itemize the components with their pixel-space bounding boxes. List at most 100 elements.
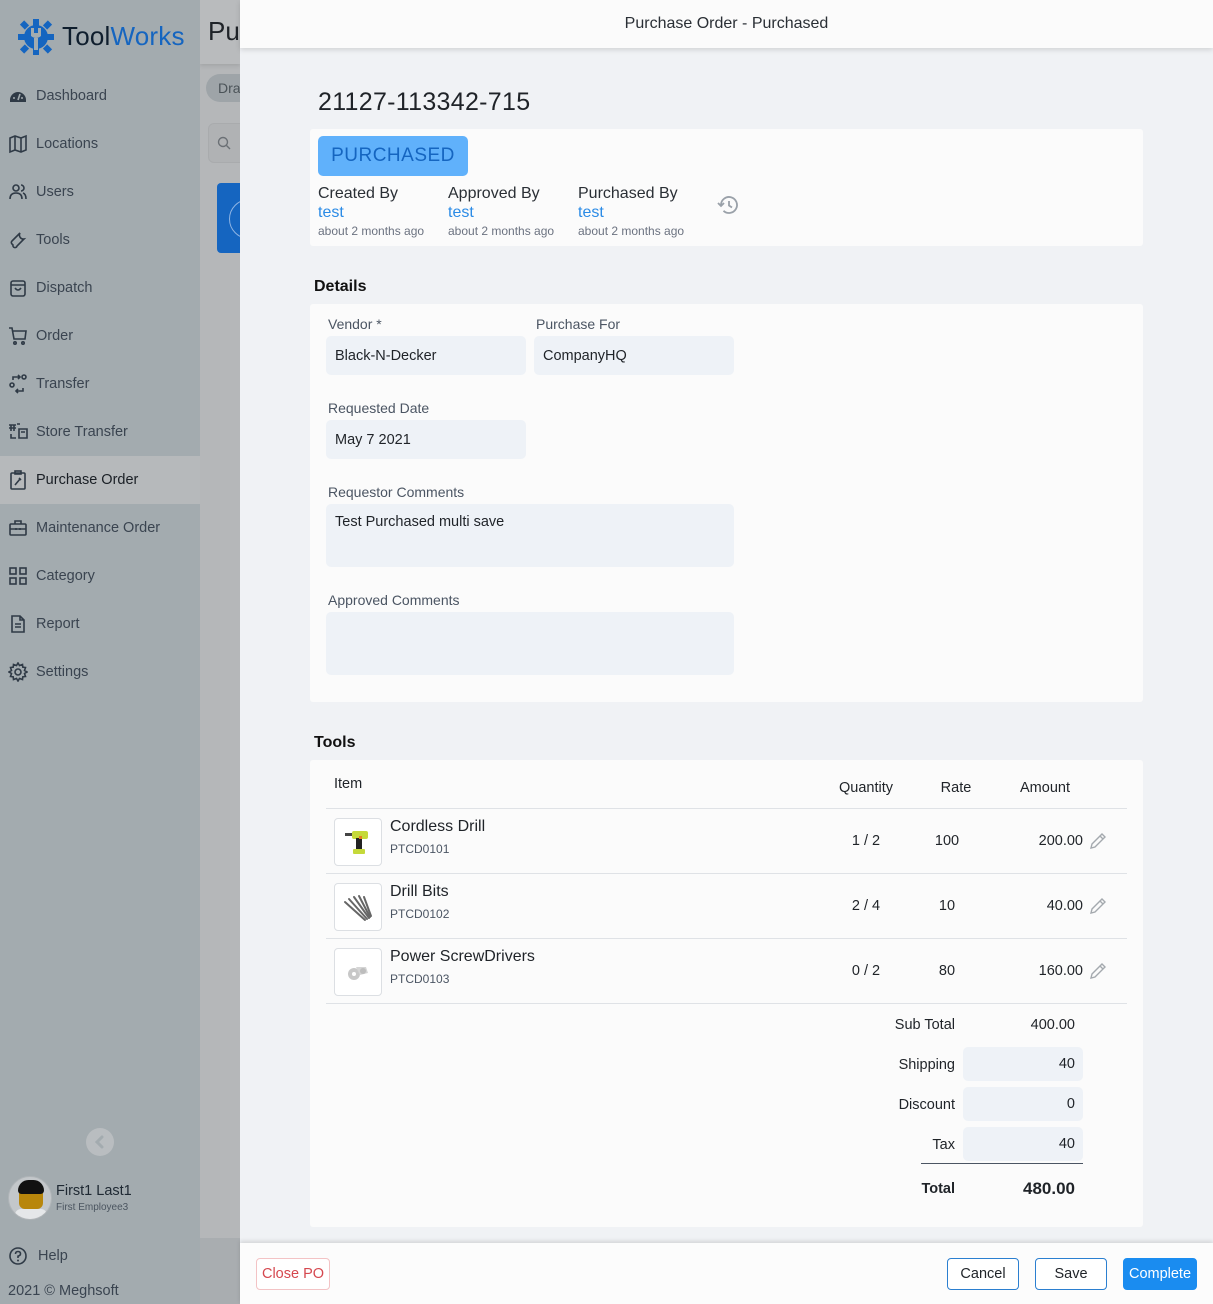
discount-input[interactable]: 0: [963, 1087, 1083, 1121]
app-logo[interactable]: ToolWorks: [16, 16, 185, 56]
close-po-button[interactable]: Close PO: [256, 1258, 330, 1290]
created-by: Created By test about 2 months ago: [318, 185, 424, 238]
sidebar-item-label: Dashboard: [36, 88, 107, 104]
tax-label: Tax: [932, 1137, 955, 1153]
vendor-field[interactable]: Black-N-Decker: [326, 336, 526, 375]
status-badge: PURCHASED: [318, 136, 468, 176]
item-quantity: 0 / 2: [851, 963, 881, 979]
pencil-icon[interactable]: [1088, 896, 1108, 916]
sidebar-item-purchase-order[interactable]: Purchase Order: [0, 456, 200, 504]
collapse-sidebar-button[interactable]: [86, 1128, 114, 1156]
background-page: Pu Dra: [200, 0, 240, 1304]
sidebar-item-users[interactable]: Users: [0, 168, 200, 216]
clipboard-icon: [10, 470, 26, 490]
tax-input[interactable]: 40: [963, 1127, 1083, 1161]
shopping-bag-icon: [10, 280, 26, 297]
users-icon: [9, 184, 27, 200]
requestor-comments-textarea[interactable]: Test Purchased multi save: [326, 504, 734, 567]
sidebar-item-label: Order: [36, 328, 74, 344]
pencil-icon[interactable]: [1088, 831, 1108, 851]
purchased-by-time: about 2 months ago: [578, 224, 685, 238]
created-by-user-link[interactable]: test: [318, 204, 424, 222]
history-icon[interactable]: [716, 193, 740, 217]
created-by-time: about 2 months ago: [318, 224, 425, 238]
approved-comments-textarea[interactable]: [326, 612, 734, 675]
sidebar-item-order[interactable]: Order: [0, 312, 200, 360]
sidebar-item-label: Maintenance Order: [36, 520, 161, 536]
help-label: Help: [38, 1248, 68, 1264]
details-section-title: Details: [314, 278, 367, 295]
approved-by: Approved By test about 2 months ago: [448, 185, 554, 238]
drill-image-icon: [345, 831, 368, 854]
user-role: First Employee3: [56, 1202, 129, 1213]
grid-icon: [9, 567, 27, 585]
approved-by-user-link[interactable]: test: [448, 204, 554, 222]
dashboard-icon: [10, 92, 26, 102]
sidebar-item-category[interactable]: Category: [0, 552, 200, 600]
details-card: Vendor * Black-N-Decker Purchase For Com…: [310, 304, 1143, 702]
requestor-comments-label: Requestor Comments: [328, 484, 465, 500]
sidebar-item-label: Purchase Order: [36, 472, 139, 488]
approved-by-time: about 2 months ago: [448, 224, 555, 238]
help-link[interactable]: Help: [8, 1246, 68, 1266]
item-rate: 80: [938, 963, 956, 979]
sidebar-item-dashboard[interactable]: Dashboard: [0, 72, 200, 120]
shipping-input[interactable]: 40: [963, 1047, 1083, 1081]
tools-card: Item Quantity Rate Amount Cordless Drill…: [310, 760, 1143, 1227]
subtotal-value: 400.00: [1030, 1017, 1075, 1033]
requested-date-field[interactable]: May 7 2021: [326, 420, 526, 459]
item-name: Drill Bits: [390, 883, 449, 900]
sidebar-item-transfer[interactable]: Transfer: [0, 360, 200, 408]
pencil-icon[interactable]: [1088, 961, 1108, 981]
table-row[interactable]: Drill Bits PTCD0102 2 / 4 10 40.00: [326, 874, 1127, 938]
gear-icon: [8, 662, 28, 682]
item-code: PTCD0103: [390, 972, 450, 986]
sidebar-item-tools[interactable]: Tools: [0, 216, 200, 264]
sidebar-item-settings[interactable]: Settings: [0, 648, 200, 696]
tools-section-title: Tools: [314, 734, 356, 751]
document-icon: [11, 615, 25, 633]
sidebar-item-locations[interactable]: Locations: [0, 120, 200, 168]
discount-label: Discount: [898, 1097, 955, 1113]
item-rate: 100: [934, 833, 960, 849]
sidebar-item-dispatch[interactable]: Dispatch: [0, 264, 200, 312]
modal-footer: Close PO Cancel Save Complete: [240, 1243, 1213, 1304]
background-search-input: [208, 123, 240, 163]
subtotal-label: Sub Total: [894, 1017, 955, 1033]
purchase-order-modal: Purchase Order - Purchased 21127-113342-…: [240, 0, 1213, 1304]
cancel-button[interactable]: Cancel: [947, 1258, 1019, 1290]
created-by-label: Created By: [318, 185, 399, 202]
requested-date-label: Requested Date: [328, 400, 430, 416]
purchased-by-user-link[interactable]: test: [578, 204, 684, 222]
sidebar-item-label: Transfer: [36, 376, 90, 392]
sidebar-item-store-transfer[interactable]: Store Transfer: [0, 408, 200, 456]
sidebar-item-label: Tools: [36, 232, 70, 248]
gear-wrench-logo-icon: [18, 19, 54, 55]
table-row[interactable]: Cordless Drill PTCD0101 1 / 2 100 200.00: [326, 809, 1127, 873]
background-filter-chip: Dra: [206, 74, 240, 102]
purchased-by: Purchased By test about 2 months ago: [578, 185, 684, 238]
complete-button[interactable]: Complete: [1123, 1258, 1197, 1290]
save-button[interactable]: Save: [1035, 1258, 1107, 1290]
sidebar-item-label: Users: [36, 184, 74, 200]
purchase-for-field[interactable]: CompanyHQ: [534, 336, 734, 375]
user-profile[interactable]: First1 Last1 First Employee3: [8, 1176, 132, 1220]
cart-icon: [9, 327, 27, 346]
search-icon: [217, 136, 231, 150]
table-row[interactable]: Power ScrewDrivers PTCD0103 0 / 2 80 160…: [326, 939, 1127, 1003]
column-header-rate: Rate: [940, 780, 972, 796]
column-header-item: Item: [334, 776, 363, 792]
item-amount: 200.00: [1038, 833, 1083, 849]
help-circle-icon: [9, 1247, 27, 1265]
item-quantity: 1 / 2: [851, 833, 881, 849]
sidebar-item-maintenance-order[interactable]: Maintenance Order: [0, 504, 200, 552]
item-code: PTCD0101: [390, 842, 450, 856]
cordless-drill-thumbnail: [334, 818, 382, 866]
drill-bits-thumbnail: [334, 883, 382, 931]
sidebar-item-report[interactable]: Report: [0, 600, 200, 648]
item-amount: 40.00: [1046, 898, 1083, 914]
power-screwdrivers-thumbnail: [334, 948, 382, 996]
item-code: PTCD0102: [390, 907, 450, 921]
modal-header: Purchase Order - Purchased: [240, 0, 1213, 48]
logo-text-works: Works: [110, 20, 185, 51]
